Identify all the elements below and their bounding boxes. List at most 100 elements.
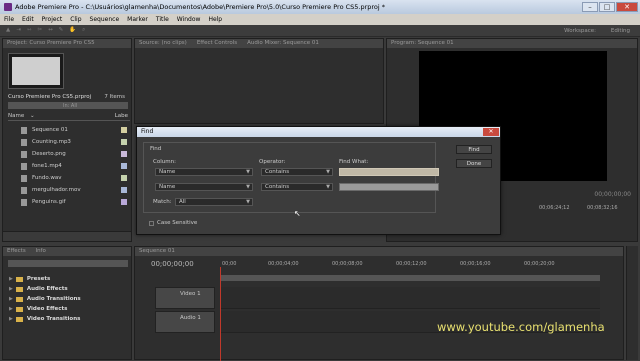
operator-select-2[interactable]: Contains ▼ (261, 183, 333, 191)
in-value: All (70, 103, 78, 109)
project-bottom-bar (3, 231, 131, 241)
tab-effects[interactable]: Effects (7, 248, 26, 254)
menu-edit[interactable]: Edit (18, 16, 38, 23)
folder-icon (15, 286, 23, 292)
audio-file-icon (21, 174, 27, 182)
menu-window[interactable]: Window (173, 16, 205, 23)
column-name[interactable]: Name (8, 113, 24, 119)
column-select-1[interactable]: Name ▼ (155, 168, 253, 176)
case-sensitive-checkbox[interactable]: Case Sensitive (149, 220, 197, 226)
menu-title[interactable]: Title (152, 16, 173, 23)
track-lane-video1[interactable] (220, 287, 600, 309)
column-select-2[interactable]: Name ▼ (155, 183, 253, 191)
in-label: In: (63, 103, 70, 109)
ruler-label: 00;06;24;12 (539, 205, 570, 211)
find-dialog: Find ✕ Find Column: Operator: Find What:… (136, 126, 501, 235)
list-item[interactable]: ▶ Video Transitions (9, 314, 81, 324)
tab-info[interactable]: Info (35, 248, 45, 254)
list-item[interactable]: ▶ Audio Transitions (9, 294, 81, 304)
razor-tool-icon[interactable]: ✂ (37, 27, 42, 34)
list-item[interactable]: mergulhador.mov (21, 184, 131, 196)
title-bar: Adobe Premiere Pro - C:\Usuários\glamenh… (0, 0, 640, 14)
zoom-tool-icon[interactable]: ⌕ (82, 27, 85, 34)
chevron-down-icon: ▼ (246, 169, 250, 175)
tab-audio-mixer[interactable]: Audio Mixer: Sequence 01 (247, 39, 319, 48)
workspace-label: Workspace: (564, 27, 596, 34)
project-tab[interactable]: Project: Curso Premiere Pro CS5 (3, 39, 131, 48)
menu-bar: File Edit Project Clip Sequence Marker T… (0, 14, 640, 25)
program-timecode: 00;00;00;00 (594, 191, 631, 198)
label-swatch (121, 127, 127, 133)
menu-file[interactable]: File (0, 16, 18, 23)
find-what-input-2[interactable] (339, 183, 439, 191)
tab-effect-controls[interactable]: Effect Controls (197, 39, 237, 48)
find-what-input-1[interactable] (339, 168, 439, 176)
close-button[interactable]: ✕ (616, 2, 638, 12)
list-item[interactable]: Penguins.gif (21, 196, 131, 208)
workspace-select[interactable]: Editing (611, 28, 630, 34)
selection-tool-icon[interactable]: ▲ (6, 27, 10, 34)
tab-source[interactable]: Source: (no clips) (139, 39, 187, 48)
chevron-down-icon: ▼ (246, 184, 250, 190)
dialog-close-button[interactable]: ✕ (483, 128, 499, 136)
program-tab[interactable]: Program: Sequence 01 (387, 39, 637, 48)
list-item[interactable]: Counting.mp3 (21, 136, 131, 148)
track-header-video1[interactable]: Video 1 (155, 287, 215, 309)
list-item[interactable]: ▶ Presets (9, 274, 81, 284)
hand-tool-icon[interactable]: ✋ (69, 27, 76, 34)
ruler-label: 00;00;16;00 (460, 261, 491, 267)
premiere-app-icon (4, 3, 12, 11)
dialog-titlebar[interactable]: Find ✕ (137, 127, 500, 137)
label-swatch (121, 187, 127, 193)
maximize-button[interactable]: □ (599, 2, 615, 12)
label-swatch (121, 139, 127, 145)
list-item[interactable]: Fundo.wav (21, 172, 131, 184)
column-label: Column: (153, 159, 176, 165)
list-item[interactable]: fone1.mp4 (21, 160, 131, 172)
minimize-button[interactable]: – (582, 2, 598, 12)
sequence-icon (21, 126, 27, 134)
find-group-label: Find (149, 146, 163, 152)
menu-help[interactable]: Help (204, 16, 226, 23)
operator-select-1[interactable]: Contains ▼ (261, 168, 333, 176)
vertical-scrollbar[interactable] (626, 246, 638, 360)
effects-search-input[interactable] (8, 260, 128, 267)
window-controls: – □ ✕ (582, 2, 638, 12)
pen-tool-icon[interactable]: ✎ (59, 27, 64, 34)
track-name: Video 1 (180, 291, 201, 297)
case-sensitive-label: Case Sensitive (157, 220, 198, 226)
match-select[interactable]: All ▼ (175, 198, 253, 206)
project-in-filter[interactable]: In: All (63, 103, 77, 109)
chevron-down-icon: ▼ (246, 199, 250, 205)
folder-icon (15, 276, 23, 282)
chevron-down-icon: ▼ (326, 184, 330, 190)
list-item[interactable]: Sequence 01 (21, 124, 131, 136)
project-column-header: Name ⌄ Labe (8, 113, 130, 121)
menu-marker[interactable]: Marker (123, 16, 152, 23)
timeline-timecode[interactable]: 00;00;00;00 (151, 260, 194, 268)
window-title: Adobe Premiere Pro - C:\Usuários\glamenh… (15, 3, 386, 11)
playhead[interactable] (220, 267, 221, 361)
menu-clip[interactable]: Clip (66, 16, 85, 23)
ripple-edit-icon[interactable]: ⇿ (27, 27, 32, 34)
video-file-icon (21, 162, 27, 170)
track-name: Audio 1 (180, 315, 201, 321)
timeline-tab[interactable]: Sequence 01 (135, 247, 623, 256)
list-item[interactable]: ▶ Video Effects (9, 304, 81, 314)
slip-tool-icon[interactable]: ↔ (48, 27, 53, 34)
find-button[interactable]: Find (456, 145, 492, 154)
work-area-bar[interactable] (220, 275, 600, 281)
timeline-ruler[interactable]: 00;00 00;00;04;00 00;00;08;00 00;00;12;0… (220, 261, 600, 271)
menu-project[interactable]: Project (38, 16, 67, 23)
list-item[interactable]: ▶ Audio Effects (9, 284, 81, 294)
menu-sequence[interactable]: Sequence (86, 16, 124, 23)
folder-icon (15, 316, 23, 322)
column-label[interactable]: Labe (115, 113, 128, 119)
ruler-label: 00;00;20;00 (524, 261, 555, 267)
label-swatch (121, 163, 127, 169)
checkbox-box (149, 220, 154, 226)
track-select-icon[interactable]: ⇥ (16, 27, 21, 34)
done-button[interactable]: Done (456, 159, 492, 168)
list-item[interactable]: Deserto.png (21, 148, 131, 160)
track-header-audio1[interactable]: Audio 1 (155, 311, 215, 333)
